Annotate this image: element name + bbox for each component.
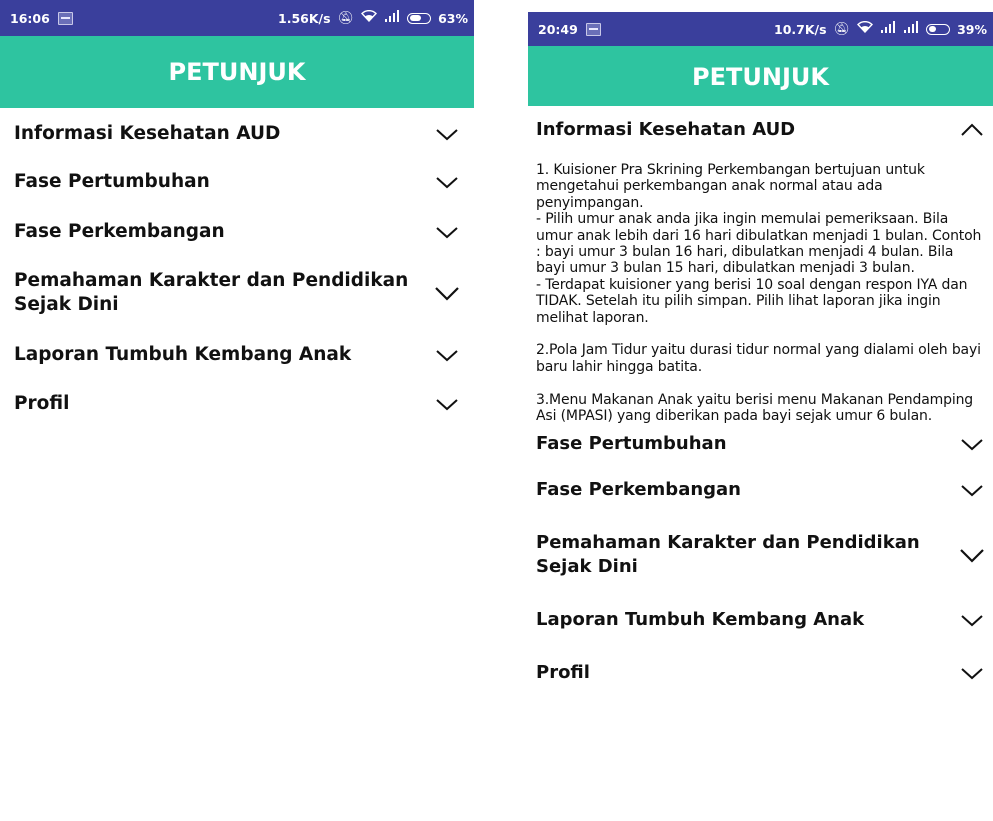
chevron-down-icon[interactable] [434, 284, 460, 302]
accordion-item-label: Informasi Kesehatan AUD [14, 123, 281, 144]
chevron-down-icon[interactable] [959, 435, 985, 453]
phone-screen-collapsed: 16:06 1.56K/s 🔕︎ 63% PETUNJUK Informasi … [0, 0, 474, 821]
network-speed: 1.56K/s [278, 10, 331, 26]
chevron-down-icon[interactable] [434, 223, 460, 241]
chevron-down-icon[interactable] [434, 125, 460, 143]
accordion-item-label: Fase Perkembangan [536, 478, 741, 500]
battery-icon [926, 23, 951, 35]
accordion-item-label: Fase Perkembangan [14, 221, 225, 242]
signal-icon-2 [903, 21, 919, 37]
chevron-down-icon[interactable] [959, 481, 985, 499]
accordion-item-laporan-tumbuh-kembang[interactable]: Laporan Tumbuh Kembang Anak [14, 330, 460, 380]
battery-percent: 63% [438, 10, 468, 26]
accordion-item-profil[interactable]: Profil [14, 380, 460, 428]
accordion-item-fase-perkembangan[interactable]: Fase Perkembangan [14, 208, 460, 256]
chevron-down-icon[interactable] [434, 173, 460, 191]
chevron-down-icon[interactable] [434, 346, 460, 364]
battery-icon [407, 12, 432, 24]
accordion-item-pemahaman-karakter[interactable]: Pemahaman Karakter dan Pendidikan Sejak … [14, 256, 460, 330]
expanded-content: 1. Kuisioner Pra Skrining Perkembangan b… [536, 162, 982, 425]
wifi-icon [361, 9, 378, 26]
accordion-item-label: Pemahaman Karakter dan Pendidikan Sejak … [536, 531, 920, 577]
notification-icon [585, 22, 601, 36]
signal-icon [880, 21, 896, 37]
status-bar: 20:49 10.7K/s 🔕︎ 39% [528, 12, 993, 46]
status-time: 20:49 [538, 21, 578, 37]
battery-percent: 39% [957, 21, 987, 37]
accordion-item-fase-pertumbuhan[interactable]: Fase Pertumbuhan [536, 425, 985, 463]
status-bar: 16:06 1.56K/s 🔕︎ 63% [0, 0, 474, 36]
status-time: 16:06 [10, 10, 50, 26]
page-title: PETUNJUK [0, 36, 474, 108]
accordion-list: Informasi Kesehatan AUD 1. Kuisioner Pra… [528, 106, 993, 699]
accordion-item-label: Informasi Kesehatan AUD [536, 119, 796, 140]
notification-icon [57, 11, 73, 25]
accordion-item-pemahaman-karakter[interactable]: Pemahaman Karakter dan Pendidikan Sejak … [536, 517, 985, 593]
phone-screen-expanded: 20:49 10.7K/s 🔕︎ 39% PETUNJUK Informasi … [528, 0, 993, 821]
accordion-list: Informasi Kesehatan AUD Fase Pertumbuhan… [0, 112, 474, 428]
accordion-item-label: Profil [14, 393, 70, 414]
chevron-down-icon[interactable] [434, 395, 460, 413]
accordion-item-label: Fase Pertumbuhan [14, 171, 210, 192]
accordion-item-label: Laporan Tumbuh Kembang Anak [14, 344, 352, 365]
accordion-item-profil[interactable]: Profil [536, 647, 985, 699]
accordion-item-informasi-kesehatan[interactable]: Informasi Kesehatan AUD [14, 112, 460, 156]
accordion-item-informasi-kesehatan[interactable]: Informasi Kesehatan AUD [536, 106, 985, 154]
accordion-item-label: Laporan Tumbuh Kembang Anak [536, 608, 865, 630]
accordion-item-label: Pemahaman Karakter dan Pendidikan Sejak … [14, 270, 409, 315]
chevron-down-icon[interactable] [959, 664, 985, 682]
page-title: PETUNJUK [528, 46, 993, 106]
wifi-icon [857, 20, 874, 37]
accordion-item-label: Profil [536, 661, 590, 683]
chevron-down-icon[interactable] [959, 546, 985, 564]
accordion-item-fase-pertumbuhan[interactable]: Fase Pertumbuhan [14, 156, 460, 208]
signal-icon [384, 10, 400, 26]
chevron-down-icon[interactable] [959, 611, 985, 629]
silent-icon: 🔕︎ [337, 10, 355, 26]
accordion-item-fase-perkembangan[interactable]: Fase Perkembangan [536, 463, 985, 517]
chevron-up-icon[interactable] [959, 121, 985, 139]
accordion-item-label: Fase Pertumbuhan [536, 432, 727, 454]
accordion-item-laporan-tumbuh-kembang[interactable]: Laporan Tumbuh Kembang Anak [536, 593, 985, 647]
network-speed: 10.7K/s [774, 21, 827, 37]
silent-icon: 🔕︎ [833, 21, 851, 37]
